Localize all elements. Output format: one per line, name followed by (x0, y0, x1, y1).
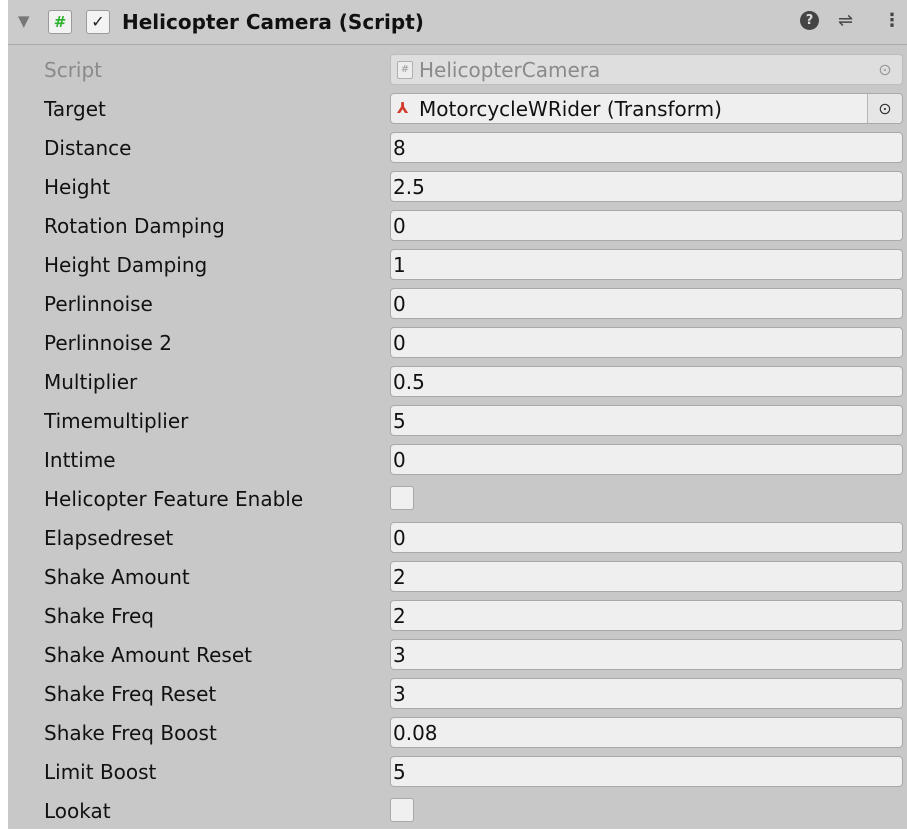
shake-amount-input[interactable]: 2 (390, 561, 903, 592)
component-title: Helicopter Camera (Script) (122, 10, 424, 34)
field-label: Target (44, 97, 106, 121)
field-row-timemultiplier: Timemultiplier 5 (8, 402, 907, 441)
help-icon[interactable]: ? (800, 11, 819, 30)
field-value: 0 (393, 526, 406, 550)
component-header[interactable]: ▼ # ✓ Helicopter Camera (Script) ? ⇌ ⋮ (8, 0, 907, 45)
height-input[interactable]: 2.5 (390, 171, 903, 202)
field-row-target: Target ⅄ MotorcycleWRider (Transform) ⊙ (8, 90, 907, 129)
field-value: HelicopterCamera (419, 58, 601, 82)
field-value: 3 (393, 643, 406, 667)
object-picker-icon[interactable]: ⊙ (867, 94, 902, 123)
field-label: Limit Boost (44, 760, 157, 784)
field-row-lookat: Lookat (8, 792, 907, 831)
distance-input[interactable]: 8 (390, 132, 903, 163)
field-row-shake-freq-reset: Shake Freq Reset 3 (8, 675, 907, 714)
shake-amount-reset-input[interactable]: 3 (390, 639, 903, 670)
field-label: Shake Freq (44, 604, 154, 628)
field-label: Timemultiplier (44, 409, 189, 433)
field-label: Multiplier (44, 370, 138, 394)
field-row-inttime: Inttime 0 (8, 441, 907, 480)
field-value: 0.5 (393, 370, 425, 394)
field-row-shake-freq: Shake Freq 2 (8, 597, 907, 636)
field-value: 1 (393, 253, 406, 277)
field-value: 0 (393, 448, 406, 472)
field-value: 0 (393, 292, 406, 316)
field-label: Perlinnoise 2 (44, 331, 172, 355)
height-damping-input[interactable]: 1 (390, 249, 903, 280)
script-object-field: # HelicopterCamera ⊙ (390, 54, 903, 85)
field-row-perlinnoise-2: Perlinnoise 2 0 (8, 324, 907, 363)
field-label: Height Damping (44, 253, 208, 277)
limit-boost-input[interactable]: 5 (390, 756, 903, 787)
field-label: Inttime (44, 448, 116, 472)
field-value: 0 (393, 214, 406, 238)
script-icon: # (48, 10, 72, 34)
field-row-script: Script # HelicopterCamera ⊙ (8, 51, 907, 90)
inttime-input[interactable]: 0 (390, 444, 903, 475)
field-value: 5 (393, 760, 406, 784)
field-row-helicopter-feature-enable: Helicopter Feature Enable (8, 480, 907, 519)
field-row-height: Height 2.5 (8, 168, 907, 207)
field-row-rotation-damping: Rotation Damping 0 (8, 207, 907, 246)
field-row-perlinnoise: Perlinnoise 0 (8, 285, 907, 324)
field-value: 0.08 (393, 721, 438, 745)
lookat-checkbox[interactable] (390, 798, 414, 822)
inspector-panel: ▼ # ✓ Helicopter Camera (Script) ? ⇌ ⋮ S… (8, 0, 907, 829)
shake-freq-input[interactable]: 2 (390, 600, 903, 631)
field-label: Rotation Damping (44, 214, 225, 238)
field-row-multiplier: Multiplier 0.5 (8, 363, 907, 402)
target-object-field[interactable]: ⅄ MotorcycleWRider (Transform) ⊙ (390, 93, 903, 124)
field-value: 3 (393, 682, 406, 706)
field-label: Helicopter Feature Enable (44, 487, 304, 511)
script-file-icon: # (397, 61, 413, 79)
field-row-shake-amount: Shake Amount 2 (8, 558, 907, 597)
field-value: 2 (393, 565, 406, 589)
field-label: Perlinnoise (44, 292, 153, 316)
field-label: Shake Freq Reset (44, 682, 217, 706)
field-value: 2.5 (393, 175, 425, 199)
field-row-elapsedreset: Elapsedreset 0 (8, 519, 907, 558)
field-row-height-damping: Height Damping 1 (8, 246, 907, 285)
field-label: Shake Freq Boost (44, 721, 217, 745)
transform-icon: ⅄ (397, 99, 409, 117)
field-value: 5 (393, 409, 406, 433)
field-row-shake-freq-boost: Shake Freq Boost 0.08 (8, 714, 907, 753)
field-label: Elapsedreset (44, 526, 174, 550)
field-row-shake-amount-reset: Shake Amount Reset 3 (8, 636, 907, 675)
component-enabled-checkbox[interactable]: ✓ (86, 10, 110, 34)
multiplier-input[interactable]: 0.5 (390, 366, 903, 397)
field-value: 2 (393, 604, 406, 628)
field-label: Height (44, 175, 111, 199)
shake-freq-reset-input[interactable]: 3 (390, 678, 903, 709)
context-menu-icon[interactable]: ⋮ (883, 9, 901, 33)
field-label: Shake Amount Reset (44, 643, 252, 667)
field-label: Lookat (44, 799, 111, 823)
field-label: Script (44, 58, 103, 82)
timemultiplier-input[interactable]: 5 (390, 405, 903, 436)
shake-freq-boost-input[interactable]: 0.08 (390, 717, 903, 748)
perlinnoise-2-input[interactable]: 0 (390, 327, 903, 358)
presets-icon[interactable]: ⇌ (838, 9, 853, 33)
field-value: 8 (393, 136, 406, 160)
rotation-damping-input[interactable]: 0 (390, 210, 903, 241)
field-label: Distance (44, 136, 132, 160)
foldout-arrow-icon[interactable]: ▼ (18, 12, 30, 30)
field-value: 0 (393, 331, 406, 355)
elapsedreset-input[interactable]: 0 (390, 522, 903, 553)
field-row-distance: Distance 8 (8, 129, 907, 168)
helicopter-feature-enable-checkbox[interactable] (390, 486, 414, 510)
field-row-limit-boost: Limit Boost 5 (8, 753, 907, 792)
field-label: Shake Amount (44, 565, 190, 589)
object-picker-icon: ⊙ (878, 60, 892, 79)
field-value: MotorcycleWRider (Transform) (419, 97, 722, 121)
perlinnoise-input[interactable]: 0 (390, 288, 903, 319)
